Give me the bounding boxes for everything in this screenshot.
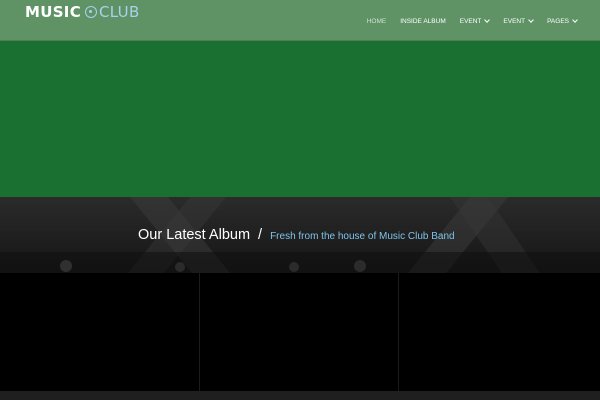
disc-icon — [85, 6, 97, 18]
chevron-down-icon — [528, 17, 534, 23]
logo-text-club: CLUB — [99, 3, 140, 21]
nav-item-event[interactable]: EVENT — [459, 17, 491, 25]
album-tile[interactable] — [0, 273, 200, 391]
nav-item-label: INSIDE ALBUM — [400, 17, 446, 25]
album-grid — [0, 273, 600, 400]
nav-item-label: EVENT — [503, 17, 526, 25]
album-tile[interactable] — [200, 273, 399, 391]
nav-item-home[interactable]: HOME — [367, 18, 387, 25]
banner-subtitle: Fresh from the house of Music Club Band — [270, 231, 455, 242]
nav-item-event-2[interactable]: EVENT — [503, 17, 534, 25]
section-divider — [0, 391, 600, 400]
album-banner: Our Latest Album / Fresh from the house … — [0, 197, 600, 273]
banner-separator: / — [258, 227, 263, 243]
nav-item-label: HOME — [366, 17, 387, 25]
banner-heading: Our Latest Album / Fresh from the house … — [138, 227, 455, 243]
banner-title: Our Latest Album — [138, 227, 251, 243]
logo-text-music: MUSIC — [25, 3, 81, 21]
main-nav: HOME INSIDE ALBUM EVENT EVENT PAGES — [353, 15, 578, 27]
chevron-down-icon — [484, 17, 491, 23]
nav-item-pages[interactable]: PAGES — [547, 17, 578, 25]
nav-item-inside-album[interactable]: INSIDE ALBUM — [400, 18, 446, 25]
album-tile[interactable] — [399, 273, 600, 391]
site-header: MUSIC CLUB HOME INSIDE ALBUM EVENT EVENT… — [0, 0, 600, 41]
nav-item-label: EVENT — [459, 17, 482, 25]
hero-slider — [0, 41, 600, 197]
site-logo[interactable]: MUSIC CLUB — [25, 3, 140, 21]
chevron-down-icon — [572, 17, 578, 23]
nav-item-label: PAGES — [547, 17, 569, 25]
